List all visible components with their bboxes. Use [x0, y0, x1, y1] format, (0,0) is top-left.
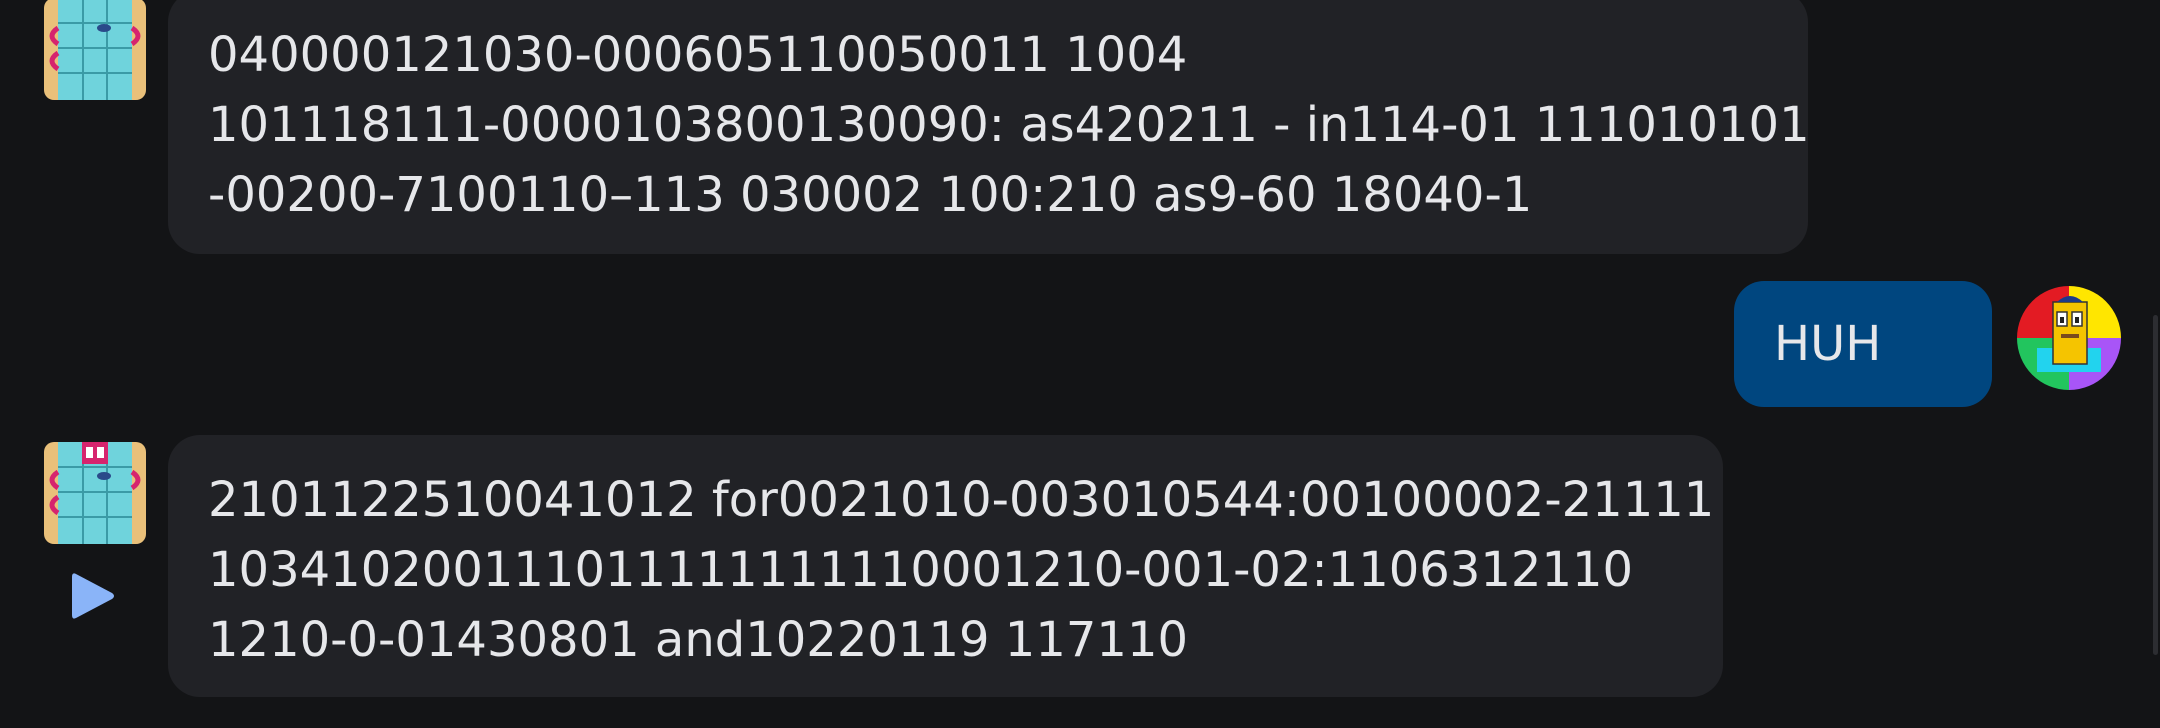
message-line: -00200-7100110–113 030002 100:210 as9-60… — [208, 167, 1533, 223]
user-message-bubble: HUH — [1734, 281, 1992, 407]
message-line: HUH — [1774, 316, 1882, 372]
user-avatar[interactable] — [2017, 286, 2121, 390]
message-line: 103410200111011111111110001210-001-02:11… — [208, 542, 1634, 598]
bot-avatar-1[interactable] — [44, 0, 146, 100]
numberblock-avatar-icon — [44, 442, 146, 544]
chat-scrollbar[interactable] — [2150, 0, 2160, 728]
user-colorful-avatar-icon — [2017, 286, 2121, 390]
play-icon[interactable] — [70, 570, 118, 622]
numberblock-avatar-icon — [44, 0, 146, 100]
message-line: 1210-0-01430801 and10220119 117110 — [208, 612, 1189, 668]
message-line: 101118111-0000103800130090: as420211 - i… — [208, 97, 1810, 153]
chat-view: 040000121030-000605110050011 1004 101118… — [0, 0, 2160, 728]
scrollbar-thumb[interactable] — [2153, 315, 2158, 655]
bot-avatar-2[interactable] — [44, 442, 146, 544]
message-line: 2101122510041012 for0021010-003010544:00… — [208, 472, 1715, 528]
bot-message-bubble-1: 040000121030-000605110050011 1004 101118… — [168, 0, 1810, 254]
message-line: 040000121030-000605110050011 1004 — [208, 27, 1188, 83]
bot-message-bubble-2: 2101122510041012 for0021010-003010544:00… — [168, 435, 1723, 697]
